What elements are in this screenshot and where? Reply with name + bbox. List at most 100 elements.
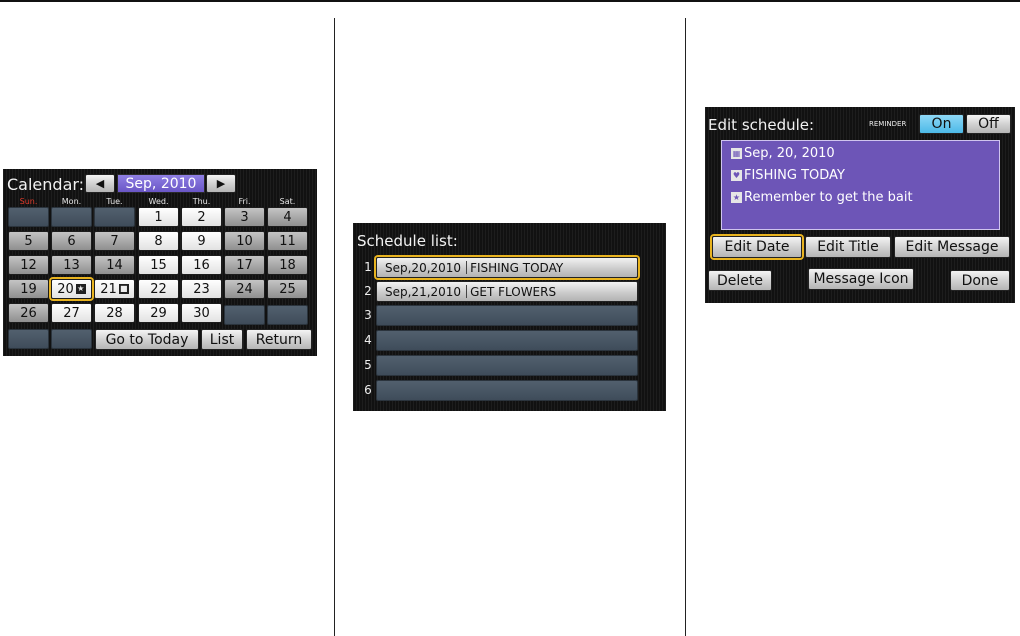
day-cell-3[interactable]: 3	[224, 207, 265, 227]
day-cell-16[interactable]: 16	[181, 255, 222, 275]
day-cell-18[interactable]: 18	[267, 255, 308, 275]
prev-month-button[interactable]: ◀	[85, 174, 115, 193]
day-cell-8[interactable]: 8	[138, 231, 179, 251]
edit-date-button[interactable]: Edit Date	[712, 236, 802, 258]
day-cell-6[interactable]: 6	[51, 231, 92, 251]
weekday-label: Wed.	[148, 197, 169, 206]
empty-day-cell	[267, 305, 308, 325]
row-number: 5	[364, 358, 372, 372]
day-number: 24	[236, 281, 253, 297]
message-text: Remember to get the bait	[744, 190, 913, 205]
schedule-row[interactable]	[376, 380, 638, 401]
edit-schedule-title: Edit schedule:	[708, 116, 815, 134]
day-cell-23[interactable]: 23	[181, 279, 222, 299]
schedule-title: FISHING TODAY	[470, 260, 564, 275]
column-divider	[334, 18, 335, 636]
edit-message-button[interactable]: Edit Message	[894, 236, 1010, 258]
separator	[466, 285, 468, 298]
day-number: 13	[63, 257, 80, 273]
column-divider	[685, 18, 686, 636]
done-button[interactable]: Done	[950, 270, 1010, 291]
day-cell-2[interactable]: 2	[181, 207, 222, 227]
schedule-list-screen: Schedule list: 1 Sep,20,2010 FISHING TODAY…	[353, 223, 666, 411]
day-cell-27[interactable]: 27	[51, 303, 92, 323]
star-icon: ★	[731, 192, 742, 203]
day-number: 10	[236, 233, 253, 249]
row-number: 6	[364, 383, 372, 397]
date-line: ▦ Sep, 20, 2010	[731, 146, 835, 161]
row-number: 4	[364, 333, 372, 347]
day-number: 7	[110, 233, 119, 249]
row-number: 2	[364, 284, 372, 298]
day-cell-10[interactable]: 10	[224, 231, 265, 251]
day-cell-28[interactable]: 28	[94, 303, 135, 323]
day-number: 8	[154, 233, 163, 249]
day-number: 6	[67, 233, 76, 249]
edit-title-button[interactable]: Edit Title	[805, 236, 891, 258]
day-cell-26[interactable]: 26	[8, 303, 49, 323]
day-number: 22	[150, 281, 167, 297]
delete-button[interactable]: Delete	[708, 270, 772, 291]
day-cell-12[interactable]: 12	[8, 255, 49, 275]
top-rule	[0, 0, 1020, 2]
day-cell-22[interactable]: 22	[138, 279, 179, 299]
day-cell-30[interactable]: 30	[181, 303, 222, 323]
day-cell-29[interactable]: 29	[138, 303, 179, 323]
day-cell-4[interactable]: 4	[267, 207, 308, 227]
day-cell-5[interactable]: 5	[8, 231, 49, 251]
day-cell-17[interactable]: 17	[224, 255, 265, 275]
schedule-detail-panel: ▦ Sep, 20, 2010 ♥ FISHING TODAY ★ Rememb…	[721, 140, 1000, 230]
schedule-date: Sep,21,2010	[385, 284, 462, 299]
date-text: Sep, 20, 2010	[744, 146, 835, 161]
schedule-row[interactable]	[376, 330, 638, 351]
empty-day-cell	[8, 329, 49, 349]
weekday-label: Thu.	[192, 197, 211, 206]
schedule-row[interactable]: Sep,20,2010 FISHING TODAY	[376, 257, 638, 278]
day-cell-20[interactable]: 20 ★	[51, 279, 92, 299]
row-number: 3	[364, 308, 372, 322]
day-cell-25[interactable]: 25	[267, 279, 308, 299]
day-number: 15	[150, 257, 167, 273]
day-number: 25	[279, 281, 296, 297]
reminder-off-button[interactable]: Off	[966, 114, 1011, 134]
day-cell-13[interactable]: 13	[51, 255, 92, 275]
schedule-row[interactable]	[376, 355, 638, 376]
day-number: 18	[279, 257, 296, 273]
return-button[interactable]: Return	[246, 329, 312, 350]
day-cell-19[interactable]: 19	[8, 279, 49, 299]
next-month-button[interactable]: ▶	[206, 174, 236, 193]
schedule-row[interactable]	[376, 305, 638, 326]
day-number: 2	[197, 209, 206, 225]
day-cell-1[interactable]: 1	[138, 207, 179, 227]
empty-day-cell	[224, 305, 265, 325]
reminder-label: REMINDER	[869, 120, 907, 128]
row-number: 1	[364, 260, 372, 274]
fish-icon: ♥	[731, 170, 742, 181]
day-cell-15[interactable]: 15	[138, 255, 179, 275]
day-cell-24[interactable]: 24	[224, 279, 265, 299]
day-number: 26	[20, 305, 37, 321]
day-cell-7[interactable]: 7	[94, 231, 135, 251]
day-cell-21[interactable]: 21 ■	[94, 279, 135, 299]
separator	[466, 261, 468, 274]
empty-day-cell	[94, 207, 135, 227]
go-to-today-button[interactable]: Go to Today	[95, 329, 199, 350]
day-cell-9[interactable]: 9	[181, 231, 222, 251]
reminder-on-button[interactable]: On	[919, 114, 964, 134]
message-icon-button[interactable]: Message Icon	[808, 268, 914, 290]
list-button[interactable]: List	[201, 329, 243, 350]
calendar-screen: Calendar: ◀ Sep, 2010 ▶ Sun. Mon. Tue. Wed.…	[3, 169, 317, 356]
day-number: 1	[154, 209, 163, 225]
day-number: 9	[197, 233, 206, 249]
weekday-label: Mon.	[61, 197, 82, 206]
weekday-label: Sun.	[19, 197, 38, 206]
schedule-row[interactable]: Sep,21,2010 GET FLOWERS	[376, 281, 638, 302]
month-label: Sep, 2010	[117, 174, 205, 193]
day-number: 12	[20, 257, 37, 273]
day-number: 21	[100, 281, 117, 297]
day-cell-11[interactable]: 11	[267, 231, 308, 251]
empty-day-cell	[8, 207, 49, 227]
weekday-label: Fri.	[238, 197, 251, 206]
day-cell-14[interactable]: 14	[94, 255, 135, 275]
schedule-title: GET FLOWERS	[470, 284, 557, 299]
